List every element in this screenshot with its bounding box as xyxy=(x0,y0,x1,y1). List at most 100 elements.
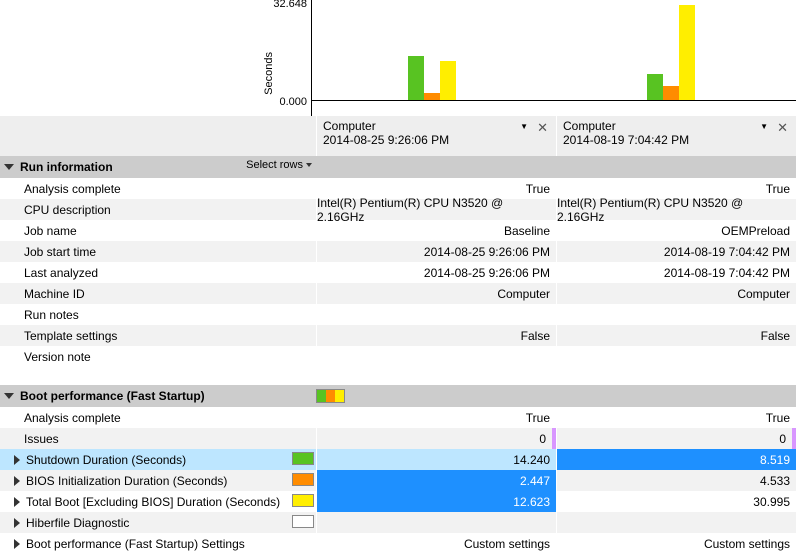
row-value-1: 14.240 xyxy=(316,449,556,470)
row-value-1: 2014-08-25 9:26:06 PM xyxy=(316,241,556,262)
row-label: Template settings xyxy=(0,325,316,346)
row-label: BIOS Initialization Duration (Seconds) xyxy=(0,470,316,491)
table-row[interactable]: Version note xyxy=(0,346,796,367)
row-label: Hiberfile Diagnostic xyxy=(0,512,316,533)
row-value-1: 2.447 xyxy=(316,470,556,491)
expand-icon[interactable] xyxy=(14,518,20,528)
select-rows-button[interactable]: Select rows xyxy=(246,159,312,171)
color-swatch xyxy=(292,515,314,528)
row-label: Analysis complete xyxy=(0,178,316,199)
row-value-2: Computer xyxy=(556,283,796,304)
row-label-text: Hiberfile Diagnostic xyxy=(26,516,129,530)
row-value-1: Intel(R) Pentium(R) CPU N3520 @ 2.16GHz xyxy=(316,199,556,220)
y-axis-label: Seconds xyxy=(263,52,275,95)
y-axis: 32.648 0.000 Seconds xyxy=(0,0,312,116)
table-row[interactable]: Run notes xyxy=(0,304,796,325)
expand-icon[interactable] xyxy=(14,455,20,465)
chart-area: 32.648 0.000 Seconds xyxy=(0,0,796,116)
row-value-1: 0 xyxy=(316,428,556,449)
section-title-run-info: Run information xyxy=(20,160,113,174)
row-value-2: 2014-08-19 7:04:42 PM xyxy=(556,241,796,262)
row-label-text: Shutdown Duration (Seconds) xyxy=(26,453,186,467)
column-name-1: Computer xyxy=(323,119,550,133)
row-value-2 xyxy=(556,512,796,533)
row-value-2 xyxy=(556,346,796,367)
legend-orange xyxy=(326,390,335,402)
column-close-2[interactable]: ✕ xyxy=(777,120,788,136)
table-row[interactable]: Shutdown Duration (Seconds)14.2408.519 xyxy=(0,449,796,470)
expand-icon[interactable] xyxy=(14,497,20,507)
row-value-2: 4.533 xyxy=(556,470,796,491)
row-label: Machine ID xyxy=(0,283,316,304)
section-gap xyxy=(0,367,796,385)
chart-baseline xyxy=(312,100,796,101)
table-row[interactable]: Job start time2014-08-25 9:26:06 PM2014-… xyxy=(0,241,796,262)
table-row[interactable]: Last analyzed2014-08-25 9:26:06 PM2014-0… xyxy=(0,262,796,283)
column-time-1: 2014-08-25 9:26:06 PM xyxy=(323,133,550,147)
row-value-2: 30.995 xyxy=(556,491,796,512)
row-label: Job name xyxy=(0,220,316,241)
row-label: Run notes xyxy=(0,304,316,325)
row-value-1: 2014-08-25 9:26:06 PM xyxy=(316,262,556,283)
row-label: Version note xyxy=(0,346,316,367)
row-value-2: True xyxy=(556,407,796,428)
row-value-1 xyxy=(316,512,556,533)
collapse-icon[interactable] xyxy=(4,393,14,399)
row-label: Shutdown Duration (Seconds) xyxy=(0,449,316,470)
color-swatch xyxy=(292,494,314,507)
table-row[interactable]: Issues00 xyxy=(0,428,796,449)
color-swatch xyxy=(292,473,314,486)
bar-shutdown-1 xyxy=(408,56,424,100)
column-dropdown-2[interactable]: ▼ xyxy=(760,122,768,131)
row-value-2: 2014-08-19 7:04:42 PM xyxy=(556,262,796,283)
row-value-1 xyxy=(316,346,556,367)
section-title-boot-perf: Boot performance (Fast Startup) xyxy=(20,389,205,403)
row-value-1 xyxy=(316,304,556,325)
section-header-run-info[interactable]: Run information Select rows xyxy=(0,156,796,178)
column-header-2[interactable]: Computer 2014-08-19 7:04:42 PM ▼ ✕ xyxy=(556,116,796,156)
table-row[interactable]: Analysis complete TrueTrue xyxy=(0,407,796,428)
y-tick-min: 0.000 xyxy=(279,96,307,108)
legend-green xyxy=(317,390,326,402)
bar-bios-1 xyxy=(424,93,440,100)
table-row[interactable]: BIOS Initialization Duration (Seconds) 2.… xyxy=(0,470,796,491)
column-dropdown-1[interactable]: ▼ xyxy=(520,122,528,131)
row-value-1: True xyxy=(316,407,556,428)
row-label: Job start time xyxy=(0,241,316,262)
table-row[interactable]: Total Boot [Excluding BIOS] Duration (Se… xyxy=(0,491,796,512)
legend-swatches xyxy=(316,389,345,403)
row-value-1: 12.623 xyxy=(316,491,556,512)
table-row[interactable]: Hiberfile Diagnostic xyxy=(0,512,796,533)
color-swatch xyxy=(292,452,314,465)
column-header-1[interactable]: Computer 2014-08-25 9:26:06 PM ▼ ✕ xyxy=(316,116,556,156)
table-row[interactable]: CPU descriptionIntel(R) Pentium(R) CPU N… xyxy=(0,199,796,220)
table-row[interactable]: Job nameBaselineOEMPreload xyxy=(0,220,796,241)
row-label-text: Total Boot [Excluding BIOS] Duration (Se… xyxy=(26,495,280,509)
row-value-2: False xyxy=(556,325,796,346)
row-label: Last analyzed xyxy=(0,262,316,283)
section-header-boot-perf[interactable]: Boot performance (Fast Startup) xyxy=(0,385,796,407)
row-value-1: Baseline xyxy=(316,220,556,241)
row-value-2: OEMPreload xyxy=(556,220,796,241)
table-row[interactable]: Machine IDComputerComputer xyxy=(0,283,796,304)
legend-yellow xyxy=(335,390,344,402)
row-value-1: Computer xyxy=(316,283,556,304)
expand-icon[interactable] xyxy=(14,476,20,486)
row-value-2 xyxy=(556,304,796,325)
column-name-2: Computer xyxy=(563,119,790,133)
bar-boot-1 xyxy=(440,61,456,100)
row-label-text: BIOS Initialization Duration (Seconds) xyxy=(26,474,227,488)
row-label-text: Analysis complete xyxy=(24,411,121,425)
bar-shutdown-2 xyxy=(647,74,663,100)
column-close-1[interactable]: ✕ xyxy=(537,120,548,136)
table-row[interactable]: Template settingsFalseFalse xyxy=(0,325,796,346)
collapse-icon[interactable] xyxy=(4,164,14,170)
row-label: CPU description xyxy=(0,199,316,220)
column-headers: Computer 2014-08-25 9:26:06 PM ▼ ✕ Compu… xyxy=(0,116,796,156)
column-spacer xyxy=(0,116,316,156)
row-label: Total Boot [Excluding BIOS] Duration (Se… xyxy=(0,491,316,512)
bar-bios-2 xyxy=(663,86,679,100)
row-label: Analysis complete xyxy=(0,407,316,428)
row-label-text: Issues xyxy=(24,432,59,446)
column-time-2: 2014-08-19 7:04:42 PM xyxy=(563,133,790,147)
